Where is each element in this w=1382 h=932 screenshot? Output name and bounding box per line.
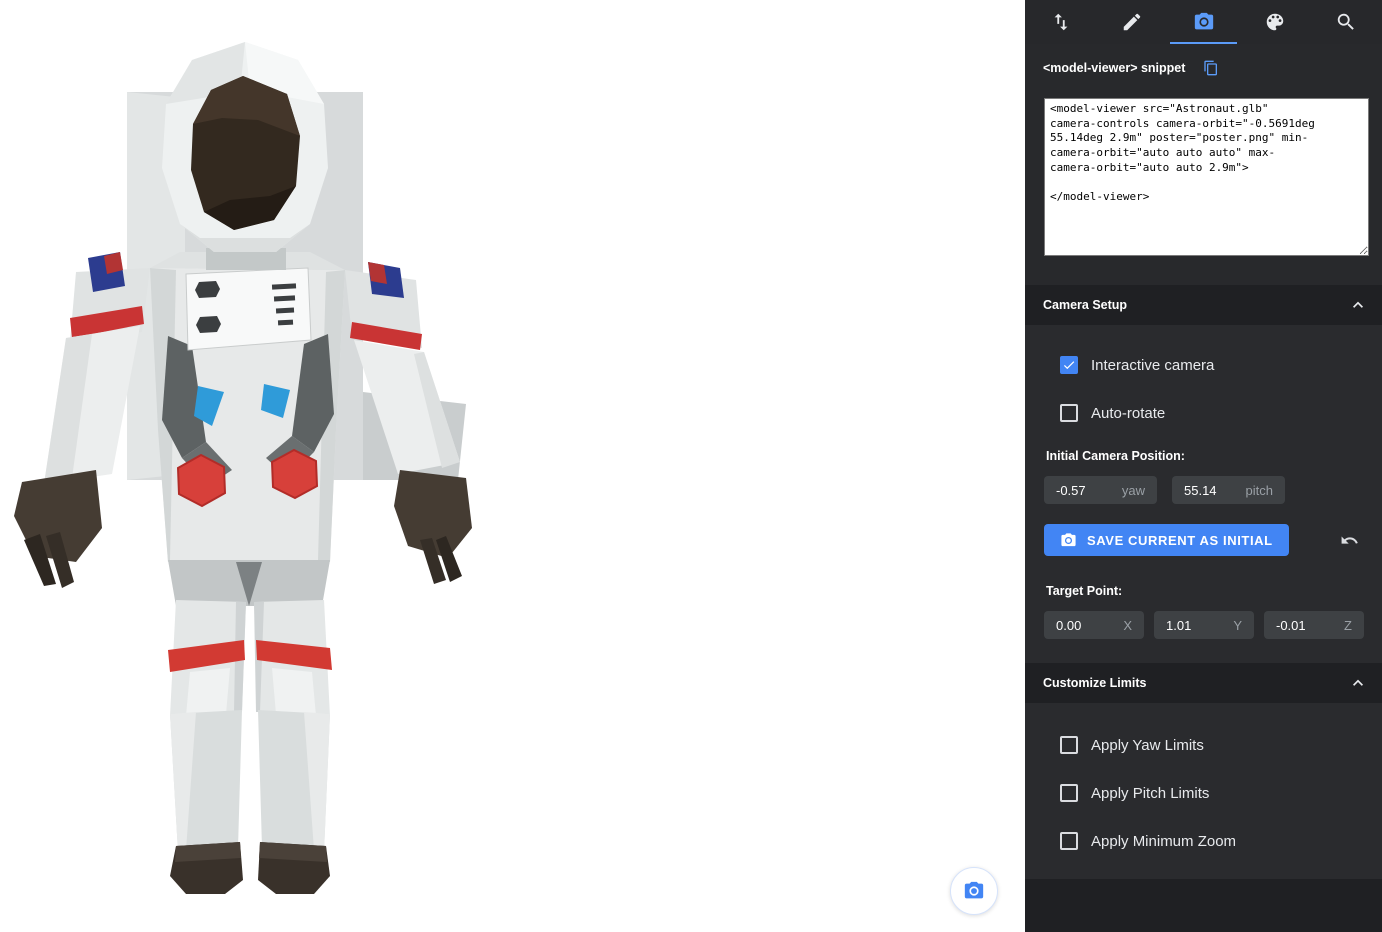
- search-icon: [1335, 11, 1357, 33]
- apply-minimum-zoom-checkbox[interactable]: [1060, 832, 1078, 850]
- customize-limits-content: Apply Yaw Limits Apply Pitch Limits Appl…: [1025, 703, 1382, 879]
- target-y-suffix: Y: [1233, 618, 1242, 633]
- palette-icon: [1264, 11, 1286, 33]
- interactive-camera-label: Interactive camera: [1091, 357, 1214, 374]
- pitch-suffix: pitch: [1246, 483, 1273, 498]
- target-x-suffix: X: [1123, 618, 1132, 633]
- target-x-field[interactable]: 0.00 X: [1044, 611, 1144, 639]
- save-button-label: SAVE CURRENT AS INITIAL: [1087, 533, 1273, 548]
- apply-pitch-limits-checkbox[interactable]: [1060, 784, 1078, 802]
- camera-icon: [963, 880, 985, 902]
- screenshot-fab-button[interactable]: [950, 867, 998, 915]
- auto-rotate-row[interactable]: Auto-rotate: [1025, 403, 1382, 423]
- astronaut-model[interactable]: [0, 0, 1025, 932]
- copy-icon: [1203, 60, 1219, 76]
- undo-icon[interactable]: [1340, 531, 1359, 550]
- save-row: SAVE CURRENT AS INITIAL: [1044, 524, 1369, 556]
- yaw-field[interactable]: -0.57 yaw: [1044, 476, 1157, 504]
- apply-pitch-limits-label: Apply Pitch Limits: [1091, 785, 1209, 802]
- pitch-field[interactable]: 55.14 pitch: [1172, 476, 1285, 504]
- target-point-label: Target Point:: [1046, 584, 1382, 599]
- camera-icon: [1193, 11, 1215, 33]
- apply-minimum-zoom-label: Apply Minimum Zoom: [1091, 833, 1236, 850]
- pitch-value: 55.14: [1184, 483, 1217, 498]
- editor-panel: <model-viewer> snippet <model-viewer src…: [1025, 0, 1382, 932]
- auto-rotate-checkbox[interactable]: [1060, 404, 1078, 422]
- initial-camera-position-label: Initial Camera Position:: [1046, 449, 1382, 464]
- auto-rotate-label: Auto-rotate: [1091, 405, 1165, 422]
- target-y-value: 1.01: [1166, 618, 1191, 633]
- apply-minimum-zoom-row[interactable]: Apply Minimum Zoom: [1025, 831, 1382, 851]
- panel-tab-bar: [1025, 0, 1382, 44]
- target-y-field[interactable]: 1.01 Y: [1154, 611, 1254, 639]
- pencil-icon: [1121, 11, 1143, 33]
- snippet-section: <model-viewer> snippet <model-viewer src…: [1025, 44, 1382, 285]
- apply-pitch-limits-row[interactable]: Apply Pitch Limits: [1025, 783, 1382, 803]
- model-viewport[interactable]: [0, 0, 1025, 932]
- target-point-fields: 0.00 X 1.01 Y -0.01 Z: [1044, 611, 1382, 639]
- target-z-suffix: Z: [1344, 618, 1352, 633]
- tab-materials[interactable]: [1239, 0, 1310, 44]
- camera-icon: [1060, 532, 1077, 549]
- tab-inspector[interactable]: [1311, 0, 1382, 44]
- interactive-camera-checkbox[interactable]: [1060, 356, 1078, 374]
- tab-import-export[interactable]: [1025, 0, 1096, 44]
- customize-limits-header[interactable]: Customize Limits: [1025, 663, 1382, 703]
- customize-limits-title: Customize Limits: [1043, 676, 1147, 690]
- chevron-up-icon[interactable]: [1348, 295, 1368, 315]
- save-current-as-initial-button[interactable]: SAVE CURRENT AS INITIAL: [1044, 524, 1289, 556]
- snippet-title: <model-viewer> snippet: [1043, 61, 1185, 75]
- yaw-suffix: yaw: [1122, 483, 1145, 498]
- tab-edit[interactable]: [1096, 0, 1167, 44]
- apply-yaw-limits-checkbox[interactable]: [1060, 736, 1078, 754]
- initial-position-fields: -0.57 yaw 55.14 pitch: [1044, 476, 1382, 504]
- import-export-icon: [1050, 11, 1072, 33]
- yaw-value: -0.57: [1056, 483, 1086, 498]
- snippet-code-textarea[interactable]: <model-viewer src="Astronaut.glb" camera…: [1044, 98, 1369, 256]
- apply-yaw-limits-label: Apply Yaw Limits: [1091, 737, 1204, 754]
- tab-camera[interactable]: [1168, 0, 1239, 44]
- apply-yaw-limits-row[interactable]: Apply Yaw Limits: [1025, 735, 1382, 755]
- camera-setup-content: Interactive camera Auto-rotate Initial C…: [1025, 325, 1382, 663]
- camera-setup-header[interactable]: Camera Setup: [1025, 285, 1382, 325]
- chevron-up-icon[interactable]: [1348, 673, 1368, 693]
- target-z-value: -0.01: [1276, 618, 1306, 633]
- target-z-field[interactable]: -0.01 Z: [1264, 611, 1364, 639]
- camera-setup-title: Camera Setup: [1043, 298, 1127, 312]
- target-x-value: 0.00: [1056, 618, 1081, 633]
- interactive-camera-row[interactable]: Interactive camera: [1025, 355, 1382, 375]
- copy-snippet-button[interactable]: [1203, 60, 1219, 76]
